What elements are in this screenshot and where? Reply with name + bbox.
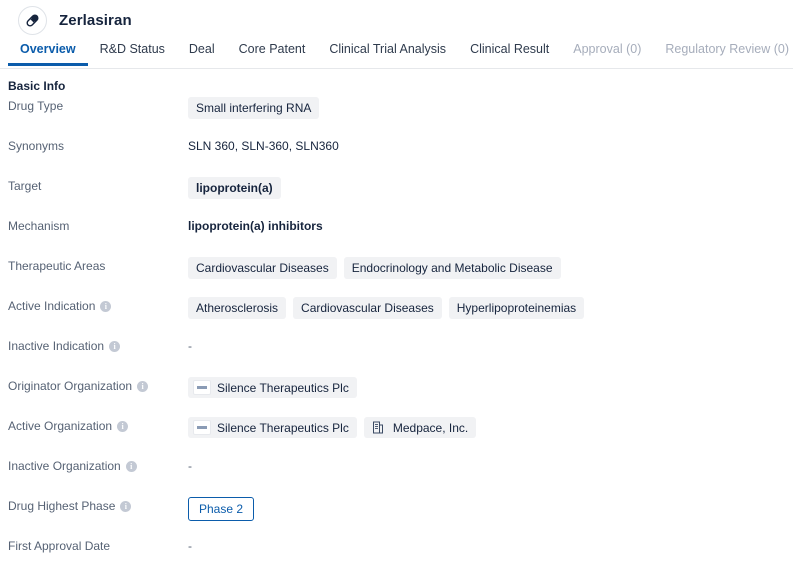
info-icon[interactable]: i bbox=[137, 380, 149, 392]
chip-organization[interactable]: Medpace, Inc. bbox=[363, 417, 477, 438]
pill-capsule-icon bbox=[24, 12, 41, 29]
info-icon[interactable]: i bbox=[109, 340, 121, 352]
row-synonyms: Synonyms SLN 360, SLN-360, SLN360 bbox=[0, 137, 793, 177]
info-icon[interactable]: i bbox=[117, 420, 129, 432]
company-logo-icon bbox=[193, 420, 211, 435]
label-text: Inactive Indication bbox=[8, 339, 105, 353]
section-title-basic-info: Basic Info bbox=[8, 79, 66, 93]
label-text: Active Organization bbox=[8, 419, 113, 433]
tab-regulatory-review[interactable]: Regulatory Review (0) bbox=[653, 41, 793, 66]
chip-drug-type[interactable]: Small interfering RNA bbox=[188, 97, 320, 119]
chip-organization[interactable]: Silence Therapeutics Plc bbox=[188, 417, 357, 438]
organization-name: Silence Therapeutics Plc bbox=[217, 380, 349, 395]
tab-core-patent[interactable]: Core Patent bbox=[227, 41, 318, 66]
tab-overview[interactable]: Overview bbox=[8, 41, 88, 66]
label-text: First Approval Date bbox=[8, 539, 111, 553]
chip-organization[interactable]: Silence Therapeutics Plc bbox=[188, 377, 357, 398]
label-therapeutic-areas: Therapeutic Areas bbox=[0, 257, 188, 274]
label-text: Therapeutic Areas bbox=[8, 259, 106, 273]
chip-therapeutic-area[interactable]: Cardiovascular Diseases bbox=[188, 257, 337, 279]
value-active-organization: Silence Therapeutics Plc Medpace, Inc. bbox=[188, 417, 793, 438]
info-icon[interactable]: i bbox=[120, 500, 132, 512]
tab-clinical-trial-analysis[interactable]: Clinical Trial Analysis bbox=[317, 41, 458, 66]
tab-bar: Overview R&D Status Deal Core Patent Cli… bbox=[0, 41, 793, 69]
label-text: Drug Type bbox=[8, 99, 64, 113]
row-therapeutic-areas: Therapeutic Areas Cardiovascular Disease… bbox=[0, 257, 793, 297]
value-therapeutic-areas: Cardiovascular Diseases Endocrinology an… bbox=[188, 257, 793, 279]
row-inactive-organization: Inactive Organization i - bbox=[0, 457, 793, 497]
label-text: Target bbox=[8, 179, 42, 193]
tab-rd-status[interactable]: R&D Status bbox=[88, 41, 177, 66]
value-originator-organization: Silence Therapeutics Plc bbox=[188, 377, 793, 398]
label-text: Drug Highest Phase bbox=[8, 499, 116, 513]
text-mechanism: lipoprotein(a) inhibitors bbox=[188, 219, 323, 233]
label-active-organization: Active Organization i bbox=[0, 417, 188, 434]
label-text: Originator Organization bbox=[8, 379, 133, 393]
label-text: Mechanism bbox=[8, 219, 70, 233]
value-drug-type: Small interfering RNA bbox=[188, 97, 793, 119]
page-header: Zerlasiran bbox=[0, 0, 793, 41]
label-active-indication: Active Indication i bbox=[0, 297, 188, 314]
value-inactive-indication: - bbox=[188, 337, 793, 355]
row-first-approval-date: First Approval Date - bbox=[0, 537, 793, 577]
label-drug-type: Drug Type bbox=[0, 97, 188, 114]
row-drug-type: Drug Type Small interfering RNA bbox=[0, 97, 793, 137]
value-synonyms: SLN 360, SLN-360, SLN360 bbox=[188, 137, 793, 155]
row-drug-highest-phase: Drug Highest Phase i Phase 2 bbox=[0, 497, 793, 537]
building-icon bbox=[369, 420, 387, 435]
value-drug-highest-phase: Phase 2 bbox=[188, 497, 793, 521]
chip-indication[interactable]: Atherosclerosis bbox=[188, 297, 287, 319]
label-text: Inactive Organization bbox=[8, 459, 121, 473]
value-active-indication: Atherosclerosis Cardiovascular Diseases … bbox=[188, 297, 793, 319]
value-first-approval-date: - bbox=[188, 537, 793, 555]
value-mechanism: lipoprotein(a) inhibitors bbox=[188, 217, 793, 235]
text-synonyms: SLN 360, SLN-360, SLN360 bbox=[188, 139, 339, 153]
row-originator-organization: Originator Organization i Silence Therap… bbox=[0, 377, 793, 417]
row-active-organization: Active Organization i Silence Therapeuti… bbox=[0, 417, 793, 457]
organization-name: Silence Therapeutics Plc bbox=[217, 420, 349, 435]
chip-indication[interactable]: Hyperlipoproteinemias bbox=[448, 297, 585, 319]
empty-value: - bbox=[188, 459, 192, 473]
tab-clinical-result[interactable]: Clinical Result bbox=[458, 41, 561, 66]
tab-approval[interactable]: Approval (0) bbox=[561, 41, 653, 66]
label-drug-highest-phase: Drug Highest Phase i bbox=[0, 497, 188, 514]
label-synonyms: Synonyms bbox=[0, 137, 188, 154]
basic-info-table: Drug Type Small interfering RNA Synonyms… bbox=[0, 93, 793, 577]
info-icon[interactable]: i bbox=[125, 460, 137, 472]
value-inactive-organization: - bbox=[188, 457, 793, 475]
tab-deal[interactable]: Deal bbox=[177, 41, 227, 66]
empty-value: - bbox=[188, 539, 192, 553]
company-logo-icon bbox=[193, 380, 211, 395]
label-inactive-indication: Inactive Indication i bbox=[0, 337, 188, 354]
label-first-approval-date: First Approval Date bbox=[0, 537, 188, 554]
page-title: Zerlasiran bbox=[59, 12, 132, 29]
empty-value: - bbox=[188, 339, 192, 353]
label-text: Active Indication bbox=[8, 299, 96, 313]
label-mechanism: Mechanism bbox=[0, 217, 188, 234]
chip-therapeutic-area[interactable]: Endocrinology and Metabolic Disease bbox=[343, 257, 561, 279]
organization-name: Medpace, Inc. bbox=[392, 420, 469, 435]
label-inactive-organization: Inactive Organization i bbox=[0, 457, 188, 474]
label-originator-organization: Originator Organization i bbox=[0, 377, 188, 394]
row-mechanism: Mechanism lipoprotein(a) inhibitors bbox=[0, 217, 793, 257]
chip-target[interactable]: lipoprotein(a) bbox=[188, 177, 281, 199]
info-icon[interactable]: i bbox=[100, 300, 112, 312]
avatar bbox=[18, 6, 47, 35]
label-target: Target bbox=[0, 177, 188, 194]
label-text: Synonyms bbox=[8, 139, 65, 153]
row-inactive-indication: Inactive Indication i - bbox=[0, 337, 793, 377]
row-target: Target lipoprotein(a) bbox=[0, 177, 793, 217]
status-badge-phase[interactable]: Phase 2 bbox=[188, 497, 255, 521]
row-active-indication: Active Indication i Atherosclerosis Card… bbox=[0, 297, 793, 337]
chip-indication[interactable]: Cardiovascular Diseases bbox=[293, 297, 442, 319]
value-target: lipoprotein(a) bbox=[188, 177, 793, 199]
